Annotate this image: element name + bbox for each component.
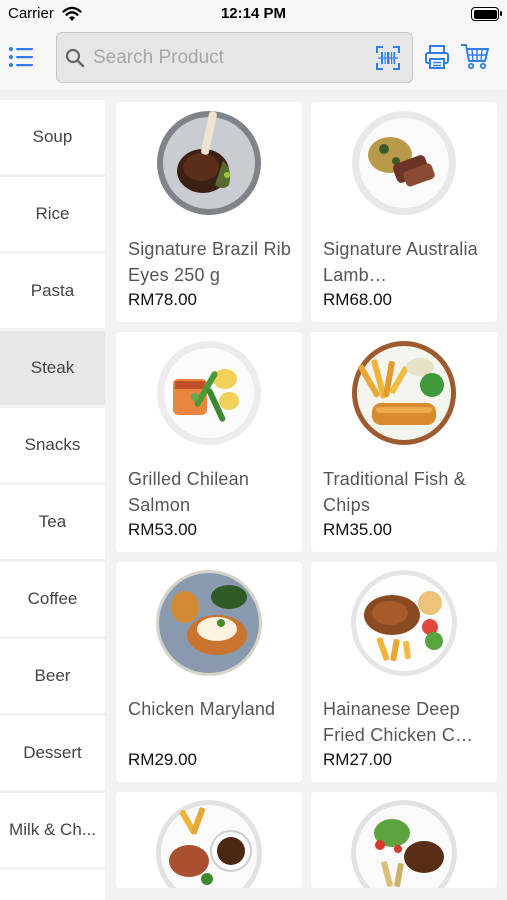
product-name: Grilled Chilean Salmon: [128, 469, 250, 515]
product-price: RM78.00: [128, 290, 197, 309]
product-card[interactable]: Signature Australia Lamb… RM68.00: [311, 102, 497, 322]
category-sidebar: Soup Rice Pasta Steak Snacks Tea Coffee …: [0, 100, 105, 900]
product-name: Signature Australia Lamb…: [323, 239, 478, 285]
product-card[interactable]: Signature Brazil Rib Eyes 250 g RM78.00: [116, 102, 302, 322]
lamb-steak-image: [352, 111, 456, 215]
category-milk[interactable]: Milk & Ch...: [0, 793, 105, 867]
category-snacks[interactable]: Snacks: [0, 408, 105, 482]
clock: 12:14 PM: [220, 5, 287, 22]
category-more[interactable]: [0, 870, 105, 900]
product-card[interactable]: Hainanese Deep Fried Chicken C… RM27.00: [311, 562, 497, 782]
category-coffee[interactable]: Coffee: [0, 562, 105, 636]
chicken-chop-gravy-image: [156, 800, 262, 888]
salmon-image: [157, 341, 261, 445]
category-label: Soup: [32, 127, 73, 146]
status-bar: Carrier 12:14 PM: [0, 0, 507, 30]
menu-list-icon[interactable]: [8, 44, 34, 70]
category-label: Steak: [30, 358, 75, 377]
product-card[interactable]: Traditional Fish & Chips RM35.00: [311, 332, 497, 552]
product-card[interactable]: [311, 792, 497, 888]
product-price: RM27.00: [323, 750, 392, 769]
product-name: Hainanese Deep Fried Chicken C…: [323, 699, 474, 745]
hainanese-chicken-chop-image: [351, 570, 457, 676]
shopping-cart-icon[interactable]: [460, 42, 490, 70]
search-bar: [56, 32, 413, 83]
product-card[interactable]: Chicken Maryland RM29.00: [116, 562, 302, 782]
category-label: Coffee: [27, 589, 78, 608]
category-label: Milk & Ch...: [9, 820, 96, 839]
product-name: Chicken Maryland: [128, 699, 276, 719]
steak-salad-image: [351, 800, 457, 888]
product-price: RM68.00: [323, 290, 392, 309]
category-label: Beer: [34, 666, 71, 685]
category-label: Dessert: [23, 743, 82, 762]
printer-icon[interactable]: [424, 44, 450, 70]
product-card[interactable]: [116, 792, 302, 888]
category-dessert[interactable]: Dessert: [0, 716, 105, 790]
category-rice[interactable]: Rice: [0, 177, 105, 251]
category-pasta[interactable]: Pasta: [0, 254, 105, 328]
fish-and-chips-image: [352, 341, 456, 445]
search-input[interactable]: [93, 41, 373, 75]
battery-icon: [471, 7, 502, 21]
product-price: RM29.00: [128, 750, 197, 769]
category-soup[interactable]: Soup: [0, 100, 105, 174]
top-toolbar: [0, 30, 507, 90]
product-name: Traditional Fish & Chips: [323, 469, 466, 515]
product-price: RM35.00: [323, 520, 392, 539]
barcode-scan-icon[interactable]: [376, 46, 400, 70]
product-name: Signature Brazil Rib Eyes 250 g: [128, 239, 292, 285]
category-label: Snacks: [24, 435, 81, 454]
product-card[interactable]: Grilled Chilean Salmon RM53.00: [116, 332, 302, 552]
category-label: Rice: [35, 204, 70, 223]
category-steak[interactable]: Steak: [0, 331, 105, 405]
search-icon: [65, 48, 85, 68]
category-label: Tea: [38, 512, 67, 531]
category-beer[interactable]: Beer: [0, 639, 105, 713]
category-tea[interactable]: Tea: [0, 485, 105, 559]
product-price: RM53.00: [128, 520, 197, 539]
rib-eye-steak-image: [157, 111, 261, 215]
category-label: Pasta: [30, 281, 75, 300]
chicken-maryland-image: [156, 570, 262, 676]
